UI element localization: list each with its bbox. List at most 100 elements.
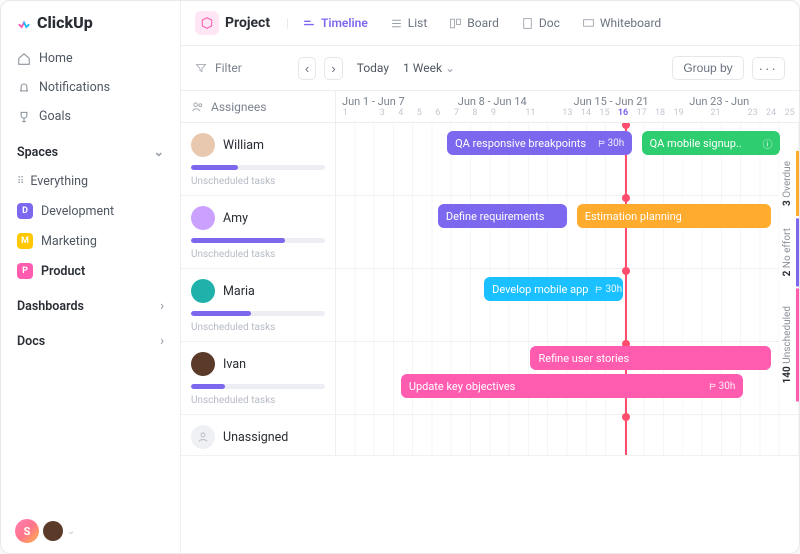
task-bar[interactable]: Estimation planning [577, 204, 771, 228]
task-bar[interactable]: Define requirements [438, 204, 568, 228]
task-bar[interactable]: Develop mobile app30h [484, 277, 623, 301]
assignee-row: Amy Unscheduled tasks Define requirement… [181, 196, 799, 269]
spaces-header[interactable]: Spaces ⌄ [1, 137, 180, 167]
day-tick: 4 [392, 108, 411, 118]
unscheduled-label[interactable]: Unscheduled tasks [191, 395, 325, 406]
nav-home[interactable]: Home [1, 44, 180, 73]
side-flags: 3 Overdue 2 No effort 140 Unscheduled [779, 151, 799, 402]
view-timeline[interactable]: Timeline [295, 12, 376, 34]
column-header: Assignees Jun 1 - Jun 7Jun 8 - Jun 14Jun… [181, 91, 799, 123]
flag-overdue[interactable]: 3 Overdue [779, 151, 799, 216]
avatar-placeholder [191, 425, 215, 449]
flag-no-effort[interactable]: 2 No effort [779, 218, 799, 286]
project-icon [195, 11, 219, 35]
task-bar[interactable]: QA responsive breakpoints30h [447, 131, 632, 155]
week-label: Jun 1 - Jun 7 [336, 95, 452, 108]
prev-button[interactable]: ‹ [298, 57, 316, 80]
day-tick: 13 [558, 108, 577, 118]
whiteboard-icon [582, 17, 595, 30]
view-list[interactable]: List [382, 12, 436, 34]
assignee-cell[interactable]: Maria Unscheduled tasks [181, 269, 336, 341]
chevron-down-icon: ⌄ [154, 144, 164, 160]
assignee-cell[interactable]: William Unscheduled tasks [181, 123, 336, 195]
topbar: Project | Timeline List Board Doc Whiteb… [181, 1, 799, 46]
view-doc-label: Doc [539, 16, 560, 30]
assignee-name: Amy [223, 211, 248, 226]
dashboards-header[interactable]: Dashboards › [1, 292, 180, 321]
task-lane[interactable]: Refine user stories Update key objectives… [336, 342, 799, 414]
task-lane[interactable] [336, 415, 799, 455]
view-doc[interactable]: Doc [513, 12, 568, 34]
day-tick: 19 [669, 108, 688, 118]
range-label: 1 Week [403, 61, 442, 75]
today-button[interactable]: Today [357, 61, 389, 75]
day-tick: 14 [577, 108, 596, 118]
unscheduled-label[interactable]: Unscheduled tasks [191, 322, 325, 333]
app-shell: ClickUp Home Notifications Goals Spaces … [0, 0, 800, 554]
view-board-label: Board [467, 16, 499, 30]
workload-bar [191, 384, 325, 389]
day-tick: 3 [373, 108, 392, 118]
cube-icon [200, 16, 214, 30]
brand-name: ClickUp [37, 13, 93, 32]
unsched-label: Unscheduled [782, 306, 793, 364]
space-badge-p: P [17, 263, 33, 279]
unassigned-row: Unassigned [181, 415, 799, 456]
task-label: Update key objectives [409, 380, 516, 393]
more-button[interactable]: ··· [752, 57, 785, 80]
task-lane[interactable]: QA responsive breakpoints30h QA mobile si… [336, 123, 799, 195]
next-button[interactable]: › [324, 57, 342, 80]
day-tick: 7 [447, 108, 466, 118]
filter-button[interactable]: Filter [215, 61, 242, 75]
task-bar[interactable]: QA mobile signup..ⓘ [642, 131, 781, 155]
unscheduled-label[interactable]: Unscheduled tasks [191, 249, 325, 260]
assignee-cell[interactable]: Amy Unscheduled tasks [181, 196, 336, 268]
bell-icon [17, 81, 31, 95]
filter-icon [195, 62, 207, 74]
space-badge-m: M [17, 233, 33, 249]
day-tick: 8 [466, 108, 485, 118]
task-bar[interactable]: Update key objectives30h [401, 374, 744, 398]
space-product[interactable]: P Product [1, 256, 180, 286]
dots-icon: ··· [759, 61, 778, 76]
subbar: Filter ‹ › Today 1 Week ⌄ Group by ··· [181, 46, 799, 91]
group-by-button[interactable]: Group by [672, 56, 743, 80]
space-everything[interactable]: ⠿ Everything [1, 167, 180, 196]
noeffort-label: No effort [782, 228, 793, 268]
space-marketing[interactable]: M Marketing [1, 226, 180, 256]
task-bar[interactable]: Refine user stories [530, 346, 771, 370]
list-icon [390, 17, 403, 30]
space-development[interactable]: D Development [1, 196, 180, 226]
brand-logo[interactable]: ClickUp [1, 13, 180, 44]
task-lane[interactable]: Develop mobile app30h [336, 269, 799, 341]
chevron-right-icon: › [160, 334, 164, 349]
nav-notifications-label: Notifications [39, 80, 110, 95]
flag-unscheduled[interactable]: 140 Unscheduled [779, 288, 799, 401]
day-tick: 11 [521, 108, 540, 118]
chevron-down-icon[interactable]: ⌄ [67, 526, 75, 537]
task-lane[interactable]: Define requirements Estimation planning [336, 196, 799, 268]
current-user-avatar[interactable]: S [15, 519, 39, 543]
nav-goals[interactable]: Goals [1, 102, 180, 131]
space-product-label: Product [41, 264, 85, 279]
timeline-icon [303, 17, 316, 30]
date-header: Jun 1 - Jun 7Jun 8 - Jun 14Jun 15 - Jun … [336, 91, 799, 122]
team-avatar[interactable] [43, 521, 63, 541]
assignee-cell[interactable]: Ivan Unscheduled tasks [181, 342, 336, 414]
view-list-label: List [408, 16, 428, 30]
assignee-cell[interactable]: Unassigned [181, 415, 336, 455]
nav-notifications[interactable]: Notifications [1, 73, 180, 102]
view-board[interactable]: Board [441, 12, 507, 34]
assignees-label: Assignees [211, 100, 266, 114]
day-tick: 18 [651, 108, 670, 118]
sidebar-footer: S ⌄ [1, 519, 180, 543]
assignee-name: Maria [223, 284, 255, 299]
range-select[interactable]: 1 Week ⌄ [403, 61, 455, 75]
day-tick: 23 [743, 108, 762, 118]
view-whiteboard[interactable]: Whiteboard [574, 12, 669, 34]
docs-header[interactable]: Docs › [1, 327, 180, 356]
assignee-name: Ivan [223, 357, 246, 372]
space-development-label: Development [41, 204, 114, 219]
assignees-header[interactable]: Assignees [181, 91, 336, 122]
unscheduled-label[interactable]: Unscheduled tasks [191, 176, 325, 187]
